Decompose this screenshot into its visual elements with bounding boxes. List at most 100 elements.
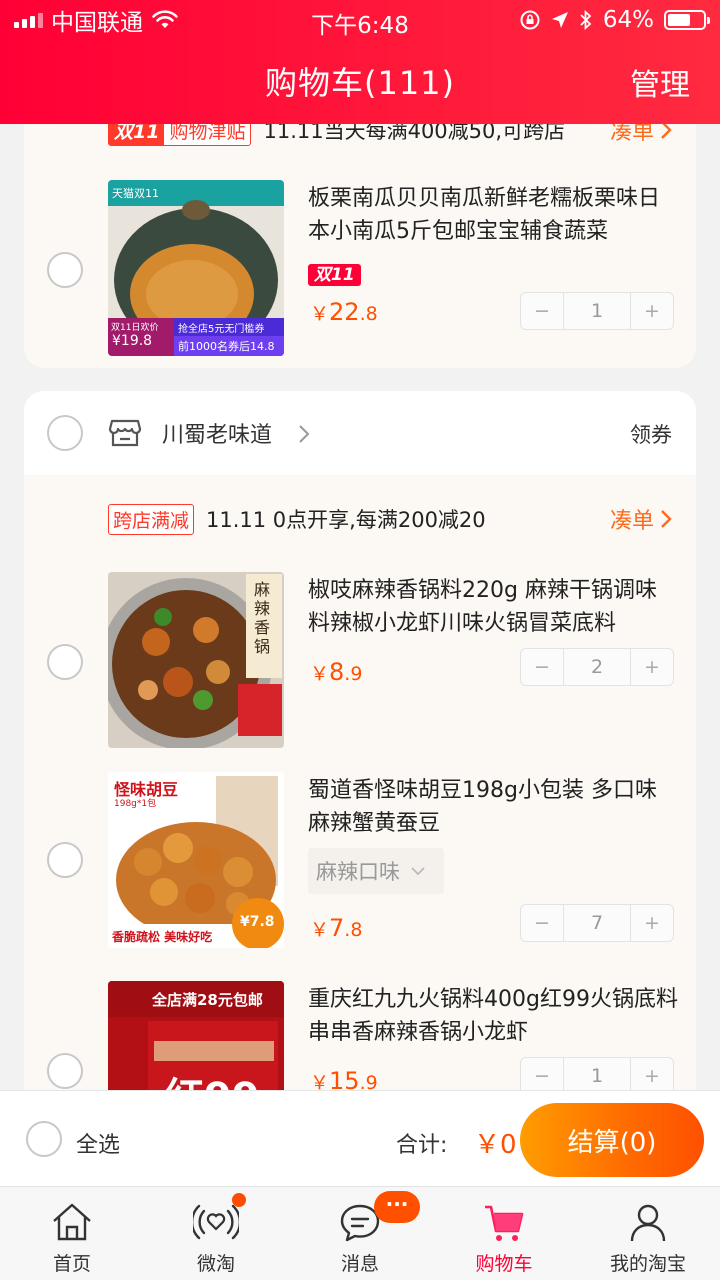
battery-percent: 64% [602, 7, 654, 33]
thumb-after-coupon: 前1000名券后14.8 [178, 340, 275, 353]
add-on-label: 凑单 [609, 509, 654, 534]
product-title[interactable]: 板栗南瓜贝贝南瓜新鲜老糯板栗味日本小南瓜5斤包邮宝宝辅食蔬菜 [308, 182, 678, 248]
item-checkbox[interactable] [47, 644, 83, 680]
thumb-big-text: 红99 [164, 1065, 260, 1090]
tab-weitao[interactable]: 微淘 [144, 1187, 288, 1280]
price-decimal: .8 [359, 303, 378, 325]
manage-button[interactable]: 管理 [630, 60, 690, 104]
double11-tag: 双11 [109, 124, 165, 145]
increase-button[interactable]: + [631, 293, 673, 329]
shop-header: 川蜀老味道 领券 [24, 391, 696, 475]
select-all-checkbox[interactable] [26, 1121, 62, 1157]
increase-button[interactable]: + [631, 649, 673, 685]
price-integer: 22 [329, 298, 360, 326]
tab-my-taobao[interactable]: 我的淘宝 [576, 1187, 720, 1280]
cart-item: 怪味胡豆 198g*1包 香脆疏松 美味好吃 ¥7.8 蜀道香怪味胡豆198g小… [24, 772, 696, 952]
decrease-button[interactable]: − [521, 293, 563, 329]
quantity-stepper: − 1 + [520, 292, 674, 330]
tab-home[interactable]: 首页 [0, 1187, 144, 1280]
shop-checkbox[interactable] [47, 415, 83, 451]
thumb-price-label: 双11日欢价 [111, 323, 159, 333]
carrier-name: 中国联通 [51, 10, 143, 36]
shop-name[interactable]: 川蜀老味道 [162, 417, 272, 449]
decrease-button[interactable]: − [521, 1058, 563, 1090]
bluetooth-icon [580, 9, 592, 31]
tab-label: 微淘 [196, 1253, 235, 1275]
quantity-stepper: − 1 + [520, 1057, 674, 1090]
add-on-link[interactable]: 凑单 [610, 503, 672, 535]
decrease-button[interactable]: − [521, 905, 563, 941]
shopping-allowance-tag: 购物津贴 [169, 124, 246, 143]
chevron-right-icon [661, 124, 672, 139]
sku-value: 麻辣口味 [316, 860, 400, 884]
thumb-text: 麻辣香锅 [254, 580, 271, 656]
thumb-slogan: 香脆疏松 美味好吃 [112, 930, 213, 944]
thumb-promo-text: 抢全店5元无门槛券 [178, 324, 265, 335]
status-bar: 中国联通 下午6:48 64% [0, 0, 720, 40]
quantity-value[interactable]: 7 [563, 905, 631, 941]
item-checkbox[interactable] [47, 1053, 83, 1089]
wifi-icon [152, 10, 178, 28]
increase-button[interactable]: + [631, 905, 673, 941]
product-title[interactable]: 蜀道香怪味胡豆198g小包装 多口味麻辣蟹黄蚕豆 [308, 774, 678, 840]
promo-text: 11.11当天每满400减50,可跨店 [263, 124, 566, 143]
promo-row: 双11 购物津贴 11.11当天每满400减50,可跨店 凑单 [108, 124, 672, 150]
currency-symbol: ￥ [310, 919, 330, 941]
thumb-price: ¥7.8 [240, 914, 275, 930]
product-image[interactable]: 天猫双11 抢全店5元无门槛券 双11日欢价 ¥19.8 前1000名券后14.… [108, 180, 284, 356]
product-title[interactable]: 重庆红九九火锅料400g红99火锅底料串串香麻辣香锅小龙虾 [308, 983, 678, 1049]
item-checkbox[interactable] [47, 252, 83, 288]
message-badge: ··· [374, 1191, 420, 1223]
item-checkbox[interactable] [47, 842, 83, 878]
decrease-button[interactable]: − [521, 649, 563, 685]
bottom-tab-bar: 首页 微淘 ··· 消息 购物车 我的淘宝 [0, 1186, 720, 1280]
tab-messages[interactable]: ··· 消息 [288, 1187, 432, 1280]
battery-icon [664, 10, 710, 30]
add-on-link[interactable]: 凑单 [610, 124, 672, 146]
quantity-value[interactable]: 1 [563, 1058, 631, 1090]
sku-selector[interactable]: 麻辣口味 [308, 848, 444, 894]
total-value: ￥0 [474, 1130, 517, 1160]
cart-item: 天猫双11 抢全店5元无门槛券 双11日欢价 ¥19.8 前1000名券后14.… [24, 180, 696, 360]
location-arrow-icon [551, 12, 568, 28]
cart-item: 全店满28元包邮 红99 重庆红九九火锅料400g红99火锅底料串串香麻辣香锅小… [24, 981, 696, 1090]
product-title[interactable]: 椒吱麻辣香锅料220g 麻辣干锅调味料辣椒小龙虾川味火锅冒菜底料 [308, 574, 678, 640]
tab-label: 消息 [340, 1253, 379, 1275]
notification-dot [232, 1193, 246, 1207]
increase-button[interactable]: + [631, 1058, 673, 1090]
cross-store-discount-tag: 跨店满减 [108, 503, 195, 535]
cart-item: 麻辣香锅 椒吱麻辣香锅料220g 麻辣干锅调味料辣椒小龙虾川味火锅冒菜底料 ￥8… [24, 572, 696, 752]
checkout-button[interactable]: 结算(0) [520, 1103, 704, 1177]
chevron-right-icon[interactable] [298, 424, 310, 444]
product-price: ￥15.9 [310, 1067, 378, 1090]
quantity-stepper: − 2 + [520, 648, 674, 686]
currency-symbol: ￥ [310, 1072, 330, 1090]
price-decimal: .9 [359, 1072, 378, 1090]
product-image[interactable]: 麻辣香锅 [108, 572, 284, 748]
tab-cart[interactable]: 购物车 [432, 1187, 576, 1280]
quantity-stepper: − 7 + [520, 904, 674, 942]
promo-text: 11.11 0点开享,每满200减20 [206, 508, 486, 532]
broadcast-heart-icon [193, 1204, 239, 1240]
thumb-price: ¥19.8 [112, 333, 153, 349]
tab-label: 购物车 [475, 1253, 533, 1275]
double11-badge: 双11 [308, 264, 361, 286]
cart-list[interactable]: 双11 购物津贴 11.11当天每满400减50,可跨店 凑单 天猫双11 抢全… [0, 124, 720, 1090]
user-icon [630, 1204, 666, 1242]
get-coupon-button[interactable]: 领券 [630, 419, 672, 449]
quantity-value[interactable]: 1 [563, 293, 631, 329]
shop-card: 川蜀老味道 领券 跨店满减 11.11 0点开享,每满200减20 凑单 麻辣香… [24, 391, 696, 1090]
tab-label: 我的淘宝 [609, 1253, 686, 1275]
price-decimal: .9 [344, 663, 363, 685]
quantity-value[interactable]: 2 [563, 649, 631, 685]
signal-icon [14, 12, 43, 28]
select-all-label[interactable]: 全选 [76, 1127, 120, 1159]
product-image[interactable]: 怪味胡豆 198g*1包 香脆疏松 美味好吃 ¥7.8 [108, 772, 284, 948]
price-integer: 7 [329, 914, 345, 942]
rotation-lock-icon [520, 10, 540, 30]
chevron-down-icon [411, 867, 425, 876]
currency-symbol: ￥ [310, 303, 330, 325]
store-icon [108, 419, 142, 447]
tab-label: 首页 [52, 1253, 91, 1275]
product-image[interactable]: 全店满28元包邮 红99 [108, 981, 284, 1090]
